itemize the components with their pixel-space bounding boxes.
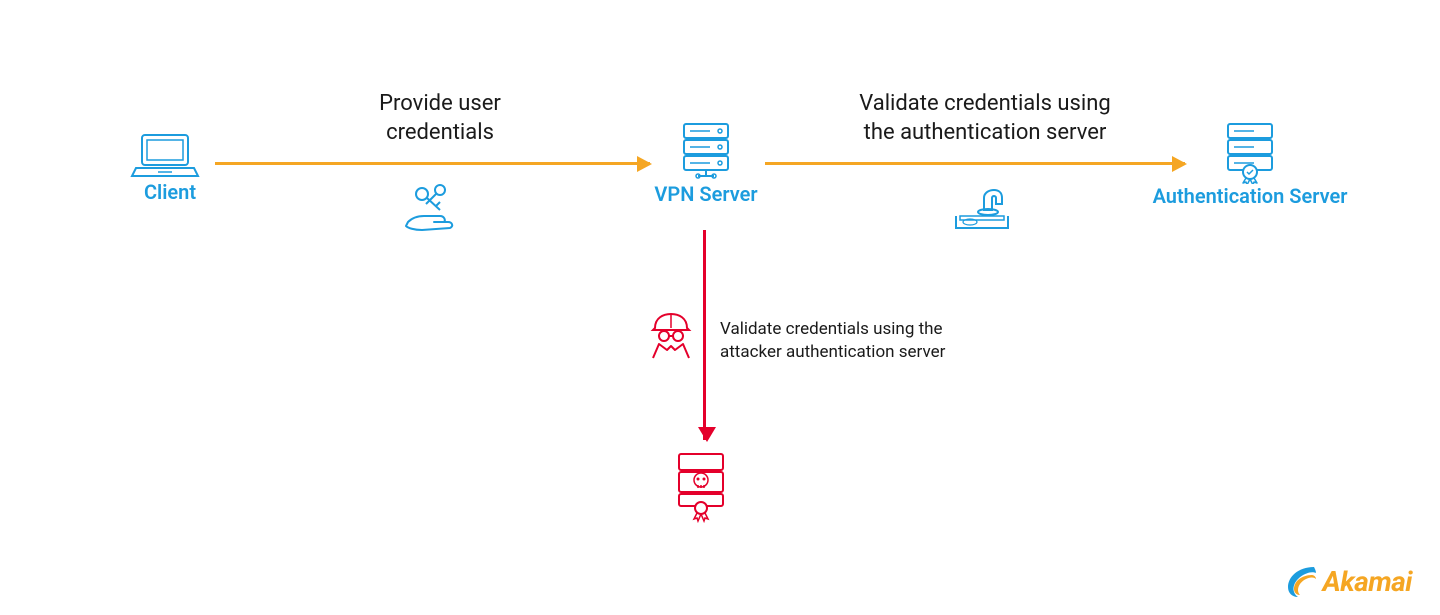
arrow1-line1: Provide user bbox=[379, 91, 501, 116]
credentials-icon-wrapper bbox=[400, 180, 464, 240]
arrow2-line2: the authentication server bbox=[864, 120, 1107, 145]
vpn-server-label: VPN Server bbox=[651, 182, 761, 206]
auth-server-label: Authentication Server bbox=[1135, 184, 1365, 208]
stamp-icon bbox=[950, 180, 1014, 234]
arrow-vpn-to-attacker bbox=[703, 230, 706, 440]
akamai-logo: Akamai bbox=[1284, 563, 1412, 599]
arrow2-label: Validate credentials using the authentic… bbox=[820, 90, 1150, 147]
attack-label: Validate credentials using the attacker … bbox=[720, 318, 980, 364]
attack-line2: attacker authentication server bbox=[720, 342, 945, 362]
akamai-wave-icon bbox=[1284, 563, 1320, 599]
attacker-server-node bbox=[673, 450, 733, 524]
diagram-canvas: Client VPN Server bbox=[0, 0, 1440, 615]
server-icon bbox=[676, 120, 736, 182]
client-node: Client bbox=[130, 130, 210, 204]
hacker-icon-wrapper bbox=[645, 310, 697, 364]
attacker-server-icon bbox=[673, 450, 729, 524]
arrow1-line2: credentials bbox=[386, 120, 494, 145]
arrow-client-to-vpn bbox=[215, 162, 650, 165]
attack-line1: Validate credentials using the bbox=[720, 319, 943, 339]
arrow-vpn-to-auth bbox=[765, 162, 1185, 165]
laptop-icon bbox=[130, 130, 200, 180]
keys-hand-icon bbox=[400, 180, 464, 240]
vpn-server-node: VPN Server bbox=[651, 120, 761, 206]
akamai-logo-text: Akamai bbox=[1322, 565, 1412, 598]
client-label: Client bbox=[130, 180, 210, 204]
auth-server-icon bbox=[1220, 120, 1280, 184]
stamp-icon-wrapper bbox=[950, 180, 1014, 234]
arrow2-line1: Validate credentials using bbox=[859, 91, 1111, 116]
hacker-icon bbox=[645, 310, 697, 364]
arrow1-label: Provide user credentials bbox=[320, 90, 560, 147]
